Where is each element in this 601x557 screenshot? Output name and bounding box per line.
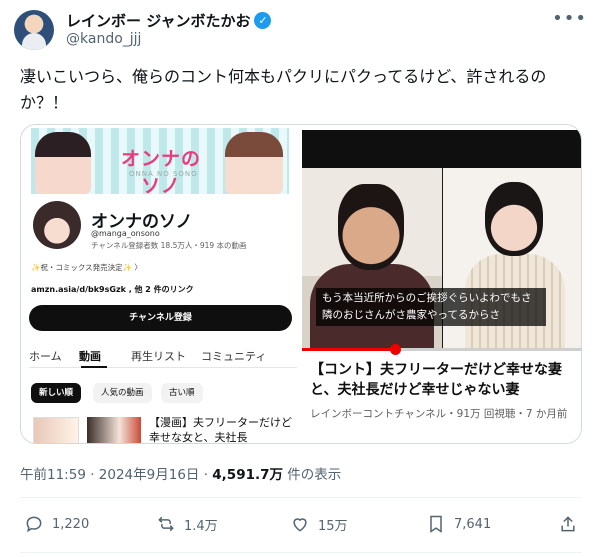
tweet-header: レインボー ジャンボたかお ✓ @kando_jjj ••• — [14, 8, 587, 52]
chip-newest: 新しい順 — [31, 383, 82, 403]
verified-icon: ✓ — [254, 12, 272, 29]
bookmark-count: 7,641 — [454, 516, 492, 532]
like-count: 15万 — [318, 518, 348, 534]
author-name-row[interactable]: レインボー ジャンボたかお ✓ — [66, 10, 272, 31]
video-screenshot[interactable]: もう本当近所からのご挨拶ぐらいよわでもさ隣のおじさんがさ農家やってるからさ 【コ… — [302, 125, 581, 443]
action-bar: 1,220 1.4万 15万 7,641 — [20, 508, 582, 544]
video-meta: レインボーコントチャンネル・91万 回視聴・7 か月前 — [310, 408, 568, 420]
bookmark-button[interactable]: 7,641 — [426, 514, 491, 534]
video-title: 【コント】夫フリーターだけど幸せな妻と、夫社長だけど幸せじゃない妻 — [310, 362, 562, 398]
active-tab-indicator — [81, 366, 107, 368]
performer-head — [485, 182, 543, 256]
retweet-button[interactable]: 1.4万 — [156, 514, 218, 534]
more-icon[interactable]: ••• — [552, 8, 587, 29]
channel-tabs: ホーム 動画 再生リスト コミュニティ — [29, 344, 297, 368]
view-count: 4,591.7万 — [212, 467, 284, 483]
video-progress-handle — [389, 344, 401, 355]
tab-playlists: 再生リスト — [131, 350, 186, 363]
divider — [20, 552, 582, 553]
banner-logo: オンナのソノ — [120, 148, 201, 194]
tweet-text: 凄いこいつら、俺らのコント何本もパクリにパクってるけど、許されるのか？！ — [20, 67, 547, 112]
channel-banner: オンナのソノ ONNA NO SONO — [31, 128, 289, 194]
bookmark-icon — [430, 515, 442, 533]
tab-home: ホーム — [29, 350, 62, 363]
channel-stats: チャンネル登録者数 18.5万人・919 本の動画 — [91, 241, 247, 250]
video-title-small: 【漫画】夫フリーターだけど幸せな女と、夫社長 — [149, 416, 292, 444]
retweet-icon — [158, 516, 174, 532]
video-letterbox — [302, 130, 581, 168]
tweet-timestamp[interactable]: 午前11:59 · 2024年9月16日 · 4,591.7万 件の表示 — [20, 463, 341, 483]
divider — [20, 497, 582, 498]
tab-community: コミュニティ — [201, 350, 267, 363]
channel-handle: @manga_onsono — [91, 229, 160, 238]
video-frame: もう本当近所からのご挨拶ぐらいよわでもさ隣のおじさんがさ農家やってるからさ — [302, 168, 581, 348]
like-icon — [293, 518, 307, 532]
author-handle[interactable]: @kando_jjj — [66, 31, 141, 47]
performer-head — [338, 184, 404, 270]
video-thumbnail — [33, 417, 79, 443]
video-thumbnail — [87, 417, 141, 443]
retweet-count: 1.4万 — [184, 518, 218, 534]
like-button[interactable]: 15万 — [290, 514, 348, 534]
video-caption: もう本当近所からのご挨拶ぐらいよわでもさ隣のおじさんがさ農家やってるからさ — [316, 288, 546, 326]
author-name[interactable]: レインボー ジャンボたかお — [66, 10, 250, 31]
channel-screenshot[interactable]: オンナのソノ ONNA NO SONO オンナのソノ @manga_onsono… — [21, 125, 301, 444]
video-progress-fill — [302, 348, 395, 351]
reply-count: 1,220 — [52, 516, 90, 532]
banner-subtitle: ONNA NO SONO — [129, 170, 198, 178]
reply-button[interactable]: 1,220 — [24, 514, 89, 534]
channel-link: amzn.asia/d/bk9sGzk , 他 2 件のリンク — [31, 285, 194, 294]
chip-popular: 人気の動画 — [93, 383, 152, 403]
share-button[interactable] — [558, 514, 578, 534]
tab-videos: 動画 — [79, 350, 101, 363]
chip-oldest: 古い順 — [161, 383, 203, 403]
channel-promo: ✨祝・コミックス発売決定✨ 〉 — [31, 263, 142, 272]
video-progress-bar — [302, 344, 581, 355]
author-avatar[interactable] — [14, 10, 54, 50]
channel-avatar — [33, 201, 81, 249]
banner-illustration-right — [225, 132, 283, 194]
media-card[interactable]: オンナのソノ ONNA NO SONO オンナのソノ @manga_onsono… — [20, 124, 582, 444]
subscribe-button: チャンネル登録 — [29, 305, 292, 331]
view-count-suffix: 件の表示 — [283, 467, 342, 483]
reply-icon — [26, 516, 42, 533]
timestamp-time[interactable]: 午前11:59 · 2024年9月16日 · — [20, 467, 212, 483]
share-icon — [561, 516, 575, 532]
banner-illustration-left — [35, 132, 91, 194]
